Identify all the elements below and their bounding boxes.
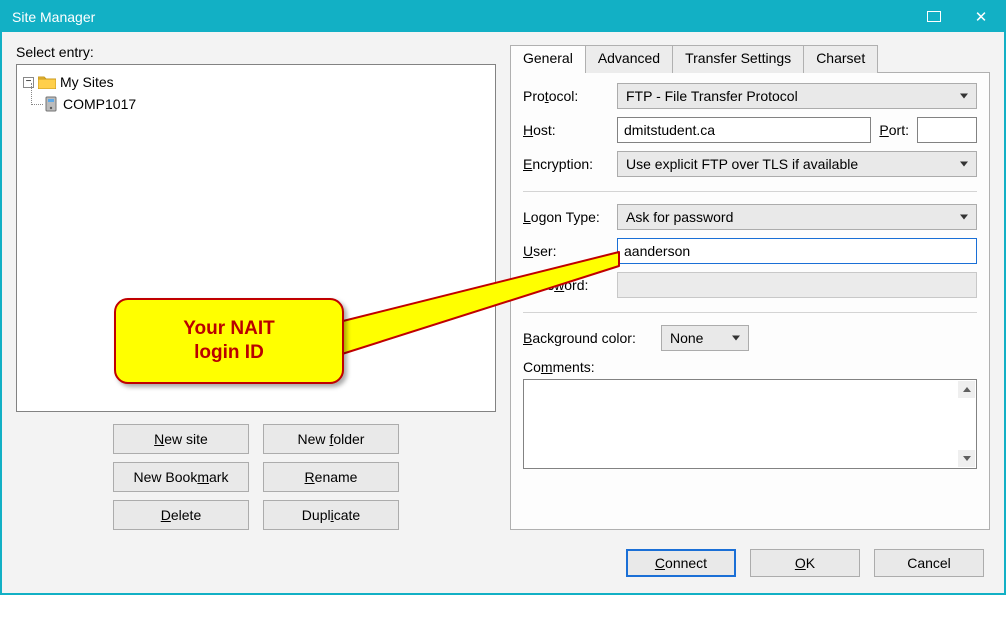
callout: Your NAIT login ID [114, 298, 344, 384]
close-icon: ✕ [975, 8, 988, 26]
close-button[interactable]: ✕ [958, 2, 1004, 32]
callout-line2: login ID [194, 342, 264, 363]
client-area: Select entry: − My Sites [4, 34, 1002, 591]
site-manager-window: Site Manager ✕ Select entry: − My Sites [0, 0, 1006, 595]
titlebar: Site Manager ✕ [2, 2, 1004, 32]
callout-line1: Your NAIT [183, 318, 274, 339]
tab-general[interactable]: General [510, 45, 586, 73]
window-title: Site Manager [12, 9, 912, 25]
restore-icon [929, 13, 941, 22]
restore-button[interactable] [912, 2, 958, 32]
